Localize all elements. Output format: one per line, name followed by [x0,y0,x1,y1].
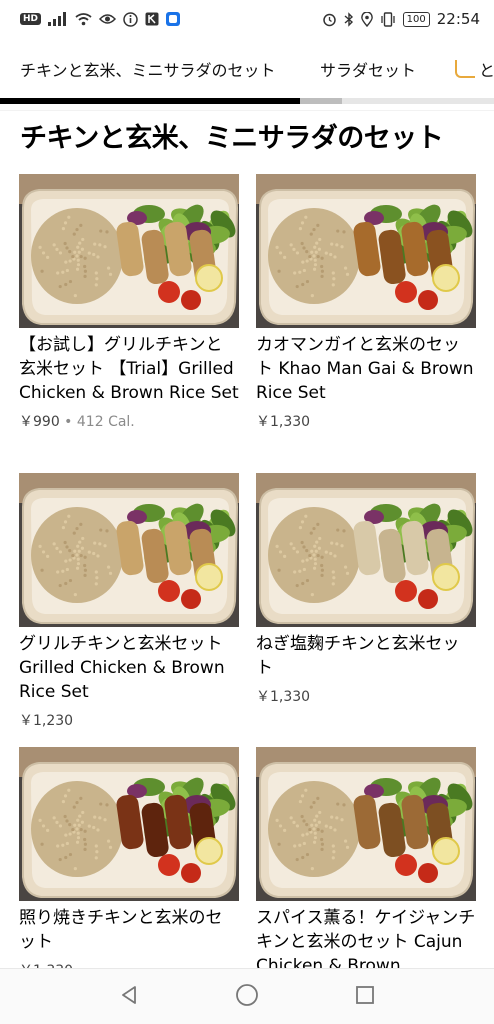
menu-item-card[interactable]: ねぎ塩麹チキンと玄米セット ￥1,330 [256,473,476,706]
category-tabs: チキンと玄米、ミニサラダのセット サラダセット と [0,40,494,102]
status-right: 100 22:54 [322,10,480,28]
app-k-icon [145,12,159,26]
eye-icon [99,13,117,25]
app-shield-icon [166,12,181,26]
menu-item-meta: ￥990 • 412 Cal. [19,411,239,431]
menu-item-card[interactable]: グリルチキンと玄米セット Grilled Chicken & Brown Ric… [19,473,239,730]
bluetooth-icon [344,11,354,27]
section-title: チキンと玄米、ミニサラダのセット [20,123,444,154]
vibrate-icon [380,11,396,27]
alarm-icon [322,12,337,27]
home-icon[interactable] [235,983,259,1011]
menu-item-price: ￥1,230 [19,713,74,729]
menu-item-meta: ￥1,330 [256,411,476,431]
menu-item-name: 【お試し】グリルチキンと玄米セット 【Trial】Grilled Chicken… [19,335,239,403]
grilled-chicken-bowl-image [19,473,239,627]
tab-salad-set[interactable]: サラダセット [320,57,416,81]
khao-man-gai-bowl-image [256,174,476,328]
status-bar: HD 100 22:54 [0,0,494,38]
divider [0,110,494,111]
bowl-icon [455,60,475,78]
tab-chicken-brown-rice-salad[interactable]: チキンと玄米、ミニサラダのセット [20,57,276,81]
tab-scroll-thumb[interactable] [300,98,342,104]
menu-item-calories: • 412 Cal. [59,414,135,430]
menu-item-card[interactable]: 【お試し】グリルチキンと玄米セット 【Trial】Grilled Chicken… [19,174,239,431]
menu-item-card[interactable]: スパイス薫る！ケイジャンチキンと玄米のセット Cajun Chicken & B… [256,747,476,978]
menu-item-meta: ￥1,330 [256,686,476,706]
menu-item-card[interactable]: 照り焼きチキンと玄米のセット ￥1,330 [19,747,239,980]
recents-icon[interactable] [354,984,376,1010]
menu-item-card[interactable]: カオマンガイと玄米のセット Khao Man Gai & Brown Rice … [256,174,476,431]
menu-item-meta: ￥1,230 [19,710,239,730]
negi-chicken-bowl-image [256,473,476,627]
back-icon[interactable] [118,984,140,1010]
location-icon [360,11,373,27]
tab-next-label: と [479,61,494,80]
cajun-chicken-bowl-image [256,747,476,901]
menu-item-name: ねぎ塩麹チキンと玄米セット [256,634,460,678]
clock: 22:54 [436,10,480,28]
status-left: HD [20,11,181,27]
menu-item-name: グリルチキンと玄米セット Grilled Chicken & Brown Ric… [19,634,225,702]
menu-item-price: ￥1,330 [256,689,311,705]
info-icon [123,11,138,27]
menu-item-name: カオマンガイと玄米のセット Khao Man Gai & Brown Rice … [256,335,474,403]
signal-icon [48,12,68,26]
menu-item-price: ￥990 [19,414,60,430]
teriyaki-chicken-bowl-image [19,747,239,901]
wifi-icon [75,12,92,26]
tab-next[interactable]: と [455,57,494,81]
system-nav-bar [0,968,494,1024]
menu-item-price: ￥1,330 [256,414,311,430]
hd-badge: HD [20,13,42,25]
menu-item-name: 照り焼きチキンと玄米のセット [19,908,223,952]
battery-icon: 100 [402,11,430,27]
teriyaki-bowl-image [19,174,239,328]
tab-active-indicator [0,98,300,104]
